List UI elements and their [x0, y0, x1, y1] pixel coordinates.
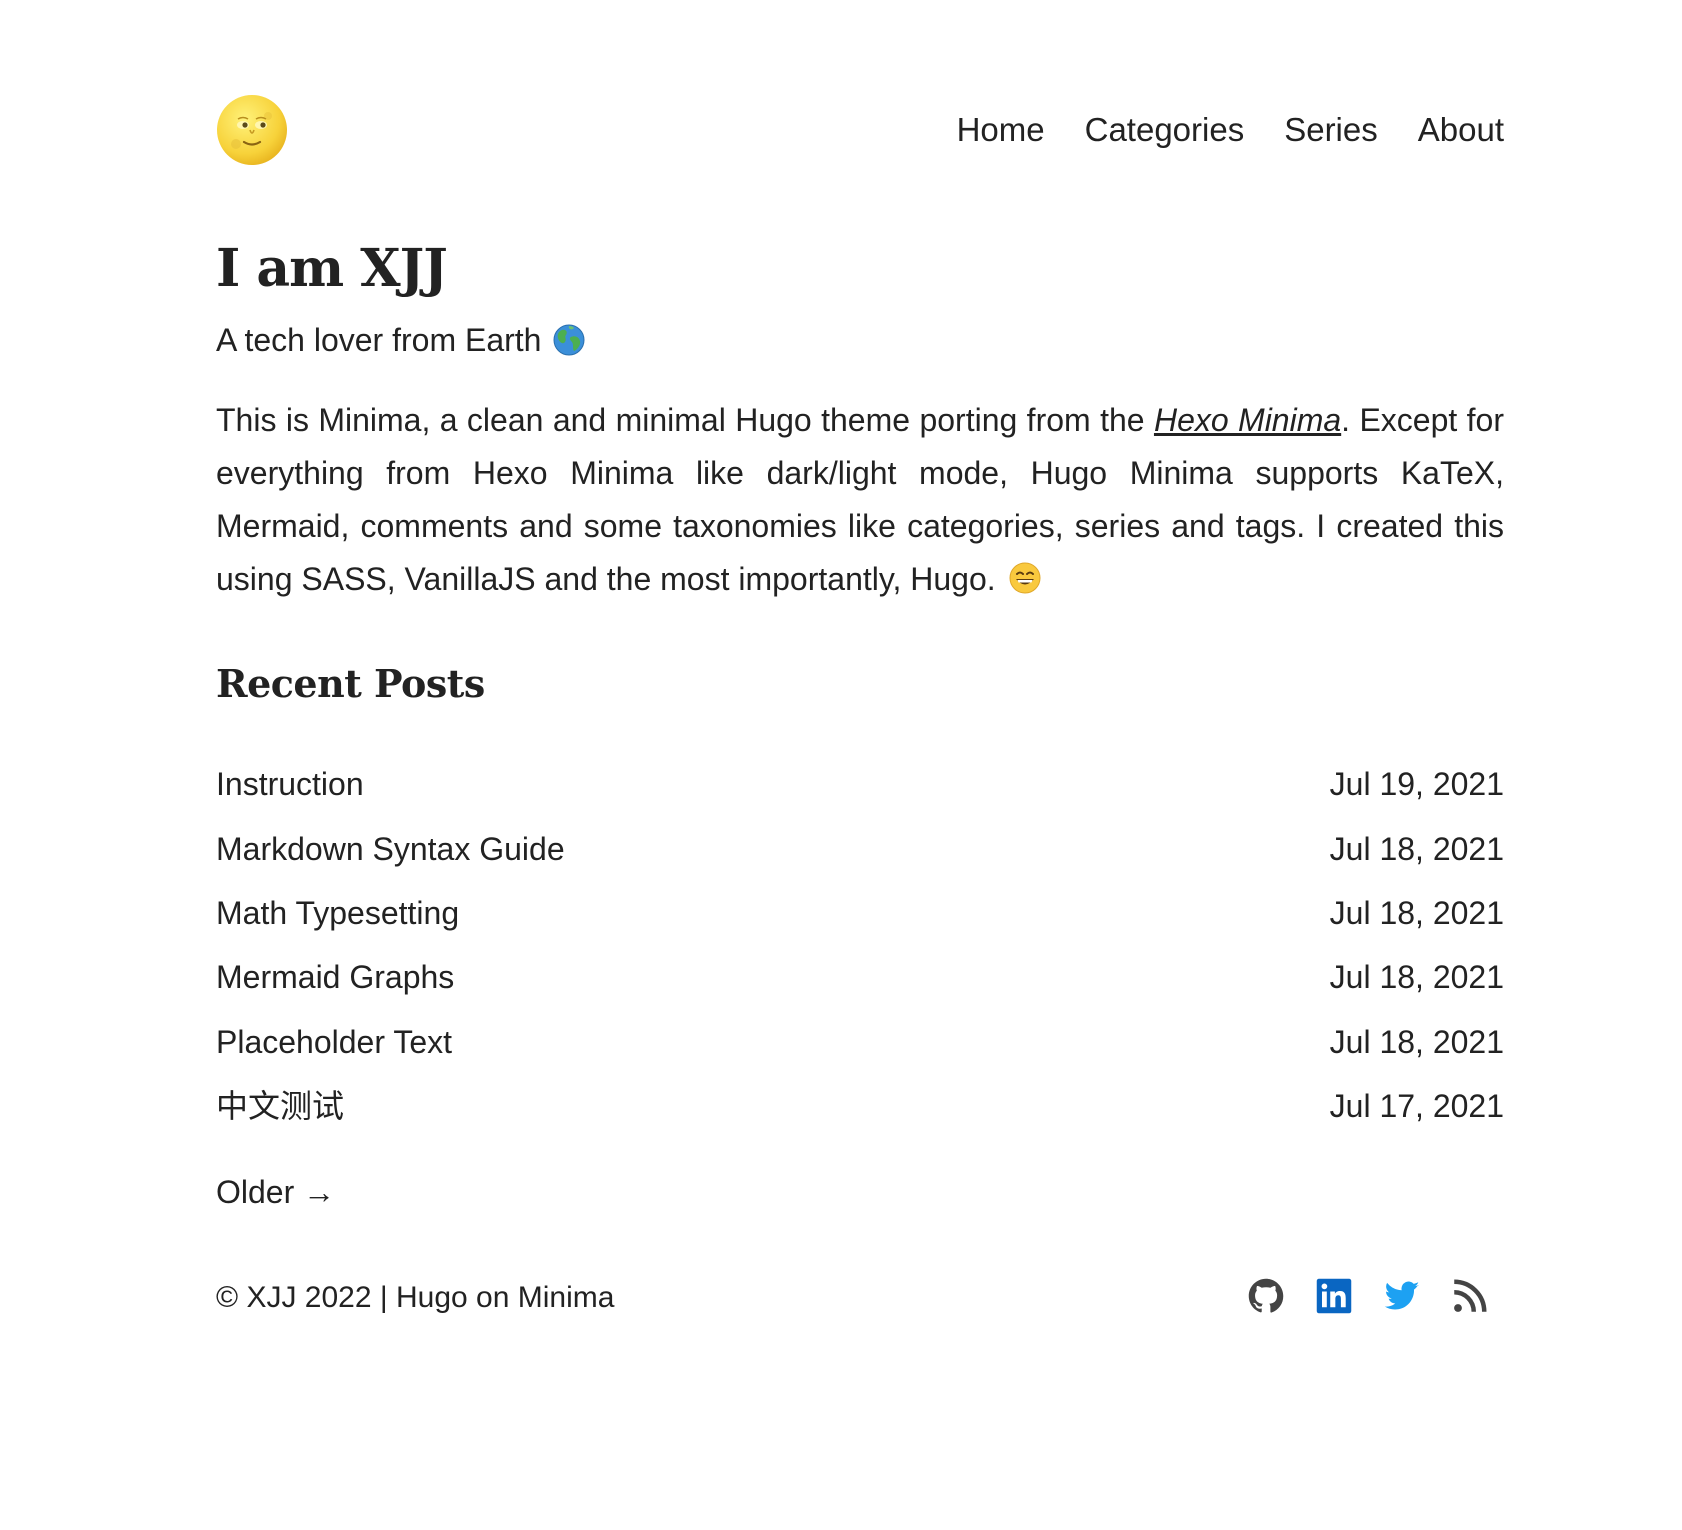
- hexo-minima-link[interactable]: Hexo Minima: [1154, 402, 1341, 438]
- site-header: Home Categories Series About: [216, 94, 1504, 166]
- page-subtitle: A tech lover from Earth: [216, 318, 585, 362]
- post-date: Jul 18, 2021: [1329, 830, 1504, 867]
- list-item: Instruction Jul 19, 2021: [216, 752, 1504, 816]
- intro-text-before-link: This is Minima, a clean and minimal Hugo…: [216, 402, 1154, 438]
- post-title-link[interactable]: Placeholder Text: [216, 1020, 452, 1064]
- site-logo-link[interactable]: [216, 94, 288, 166]
- nav-about-link[interactable]: About: [1418, 110, 1504, 150]
- subtitle-text: A tech lover from Earth: [216, 322, 542, 358]
- nav-home-link[interactable]: Home: [957, 110, 1045, 150]
- linkedin-icon: [1316, 1278, 1352, 1314]
- nav-series-link[interactable]: Series: [1284, 110, 1378, 150]
- list-item: 中文测试 Jul 17, 2021: [216, 1074, 1504, 1138]
- post-title-link[interactable]: Math Typesetting: [216, 891, 459, 935]
- post-title-link[interactable]: 中文测试: [216, 1084, 344, 1128]
- post-title-link[interactable]: Mermaid Graphs: [216, 955, 454, 999]
- main-nav: Home Categories Series About: [957, 110, 1504, 150]
- intro-paragraph: This is Minima, a clean and minimal Hugo…: [216, 394, 1504, 606]
- linkedin-link[interactable]: [1316, 1278, 1352, 1314]
- copyright-text: © XJJ 2022 | Hugo on Minima: [216, 1281, 615, 1314]
- twitter-link[interactable]: [1384, 1278, 1420, 1314]
- post-title-link[interactable]: Markdown Syntax Guide: [216, 827, 565, 871]
- list-item: Mermaid Graphs Jul 18, 2021: [216, 945, 1504, 1009]
- list-item: Placeholder Text Jul 18, 2021: [216, 1010, 1504, 1074]
- grinning-face-icon: [1009, 562, 1041, 594]
- nav-categories-link[interactable]: Categories: [1085, 110, 1245, 150]
- social-links: [1248, 1278, 1488, 1314]
- post-date: Jul 18, 2021: [1329, 894, 1504, 931]
- site-footer: © XJJ 2022 | Hugo on Minima: [216, 1276, 1504, 1320]
- full-moon-face-icon: [217, 95, 287, 165]
- github-icon: [1248, 1278, 1284, 1313]
- rss-link[interactable]: [1452, 1278, 1488, 1314]
- earth-globe-icon: [553, 324, 585, 356]
- list-item: Markdown Syntax Guide Jul 18, 2021: [216, 816, 1504, 880]
- older-posts-link[interactable]: Older →: [216, 1170, 335, 1214]
- rss-icon: [1454, 1279, 1487, 1312]
- post-date: Jul 18, 2021: [1329, 1023, 1504, 1060]
- list-item: Math Typesetting Jul 18, 2021: [216, 881, 1504, 945]
- page-title: I am XJJ: [216, 238, 448, 299]
- post-date: Jul 18, 2021: [1329, 959, 1504, 996]
- recent-posts-heading: Recent Posts: [216, 661, 485, 706]
- post-title-link[interactable]: Instruction: [216, 762, 364, 806]
- recent-posts-list: Instruction Jul 19, 2021 Markdown Syntax…: [216, 752, 1504, 1138]
- github-link[interactable]: [1248, 1278, 1284, 1314]
- twitter-icon: [1384, 1281, 1420, 1310]
- post-date: Jul 19, 2021: [1329, 766, 1504, 803]
- post-date: Jul 17, 2021: [1329, 1088, 1504, 1125]
